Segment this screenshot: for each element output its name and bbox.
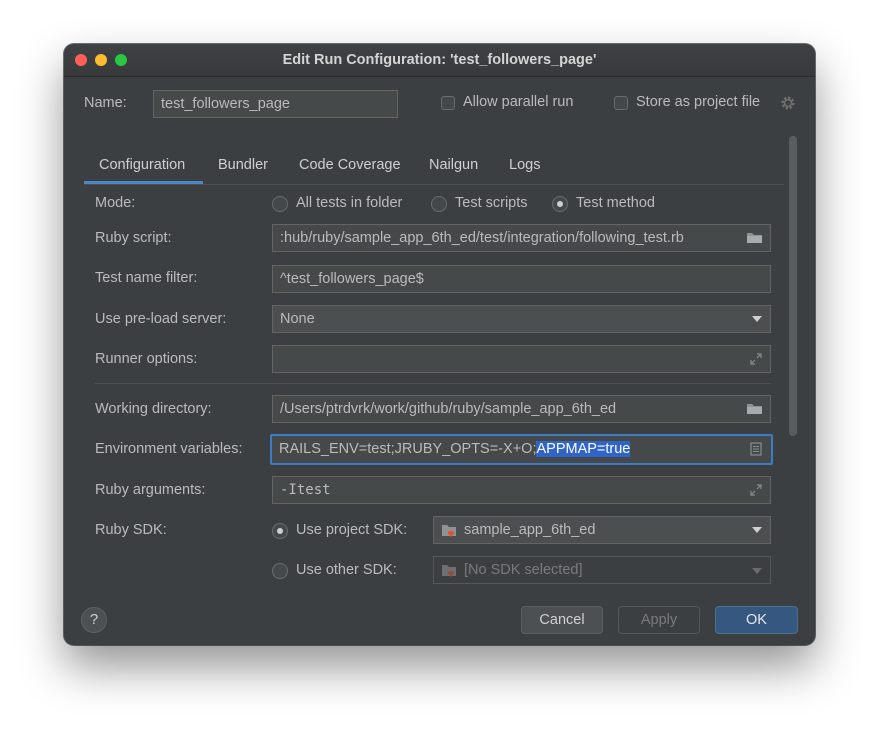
runner-options-input[interactable] [272,345,771,373]
use-project-sdk-label: Use project SDK: [296,522,408,538]
other-sdk-select[interactable]: [No SDK selected] [433,556,771,584]
apply-button[interactable]: Apply [618,606,700,634]
ok-button[interactable]: OK [715,606,798,634]
cancel-button[interactable]: Cancel [521,606,603,634]
working-directory-field[interactable]: /Users/ptrdvrk/work/github/ruby/sample_a… [272,395,771,423]
env-value-text: RAILS_ENV=test;JRUBY_OPTS=-X+O; [279,441,537,457]
radio-test-scripts[interactable] [431,196,447,212]
project-sdk-select[interactable]: sample_app_6th_ed [433,516,771,544]
test-name-filter-input[interactable]: ^test_followers_page$ [272,265,771,293]
ruby-script-field[interactable]: :hub/ruby/sample_app_6th_ed/test/integra… [272,224,771,252]
env-value-selection: APPMAP=true [536,441,631,457]
ruby-sdk-icon [442,565,456,577]
ruby-sdk-label: Ruby SDK: [95,522,167,538]
expand-icon[interactable] [750,353,762,365]
radio-use-project-sdk[interactable] [272,523,288,539]
name-label: Name: [84,95,127,111]
allow-parallel-checkbox[interactable] [441,96,455,110]
allow-parallel-label: Allow parallel run [463,94,574,110]
name-input-value: test_followers_page [161,96,290,112]
mode-label: Mode: [95,195,136,211]
ruby-arguments-value: -Itest [280,482,331,498]
scrollbar[interactable] [789,136,797,436]
test-name-filter-value: ^test_followers_page$ [280,271,424,287]
store-project-label: Store as project file [636,94,761,110]
title-bar: Edit Run Configuration: 'test_followers_… [64,44,815,77]
mode-option-label: Test scripts [455,195,528,211]
tabs-divider [84,184,784,185]
chevron-down-icon [752,568,762,574]
mode-option-label: All tests in folder [296,195,403,211]
radio-use-other-sdk[interactable] [272,563,288,579]
use-other-sdk-label: Use other SDK: [296,562,397,578]
environment-variables-input[interactable]: RAILS_ENV=test;JRUBY_OPTS=-X+O;APPMAP=tr… [270,434,773,465]
tab-configuration[interactable]: Configuration [99,157,185,173]
radio-test-method[interactable] [552,196,568,212]
section-divider [95,383,771,384]
name-input[interactable]: test_followers_page [153,90,398,118]
project-sdk-value: sample_app_6th_ed [464,522,596,538]
tab-logs[interactable]: Logs [509,157,540,173]
ruby-script-value: :hub/ruby/sample_app_6th_ed/test/integra… [280,230,684,246]
chevron-down-icon [752,527,762,533]
runner-options-label: Runner options: [95,351,198,367]
radio-all-tests-in-folder[interactable] [272,196,288,212]
ruby-arguments-input[interactable]: -Itest [272,476,771,504]
run-config-dialog: Edit Run Configuration: 'test_followers_… [64,44,815,645]
other-sdk-value: [No SDK selected] [464,562,583,578]
test-name-filter-label: Test name filter: [95,270,198,286]
working-directory-value: /Users/ptrdvrk/work/github/ruby/sample_a… [280,401,617,417]
folder-icon[interactable] [746,402,763,415]
store-project-checkbox[interactable] [614,96,628,110]
working-directory-label: Working directory: [95,401,212,417]
expand-icon[interactable] [750,484,762,496]
preload-server-value: None [280,311,315,327]
chevron-down-icon [752,316,762,322]
tab-code-coverage[interactable]: Code Coverage [299,157,401,173]
window-title: Edit Run Configuration: 'test_followers_… [282,52,597,68]
help-button[interactable]: ? [81,607,107,633]
folder-icon[interactable] [746,231,763,244]
mode-option-label: Test method [576,195,655,211]
preload-server-label: Use pre-load server: [95,311,227,327]
ruby-arguments-label: Ruby arguments: [95,482,206,498]
ruby-script-label: Ruby script: [95,230,172,246]
tab-bundler[interactable]: Bundler [218,157,268,173]
environment-variables-label: Environment variables: [95,441,243,457]
tab-nailgun[interactable]: Nailgun [429,157,478,173]
ruby-sdk-icon [442,525,456,537]
document-icon[interactable] [750,442,762,456]
gear-icon[interactable] [780,95,796,111]
preload-server-select[interactable]: None [272,305,771,333]
